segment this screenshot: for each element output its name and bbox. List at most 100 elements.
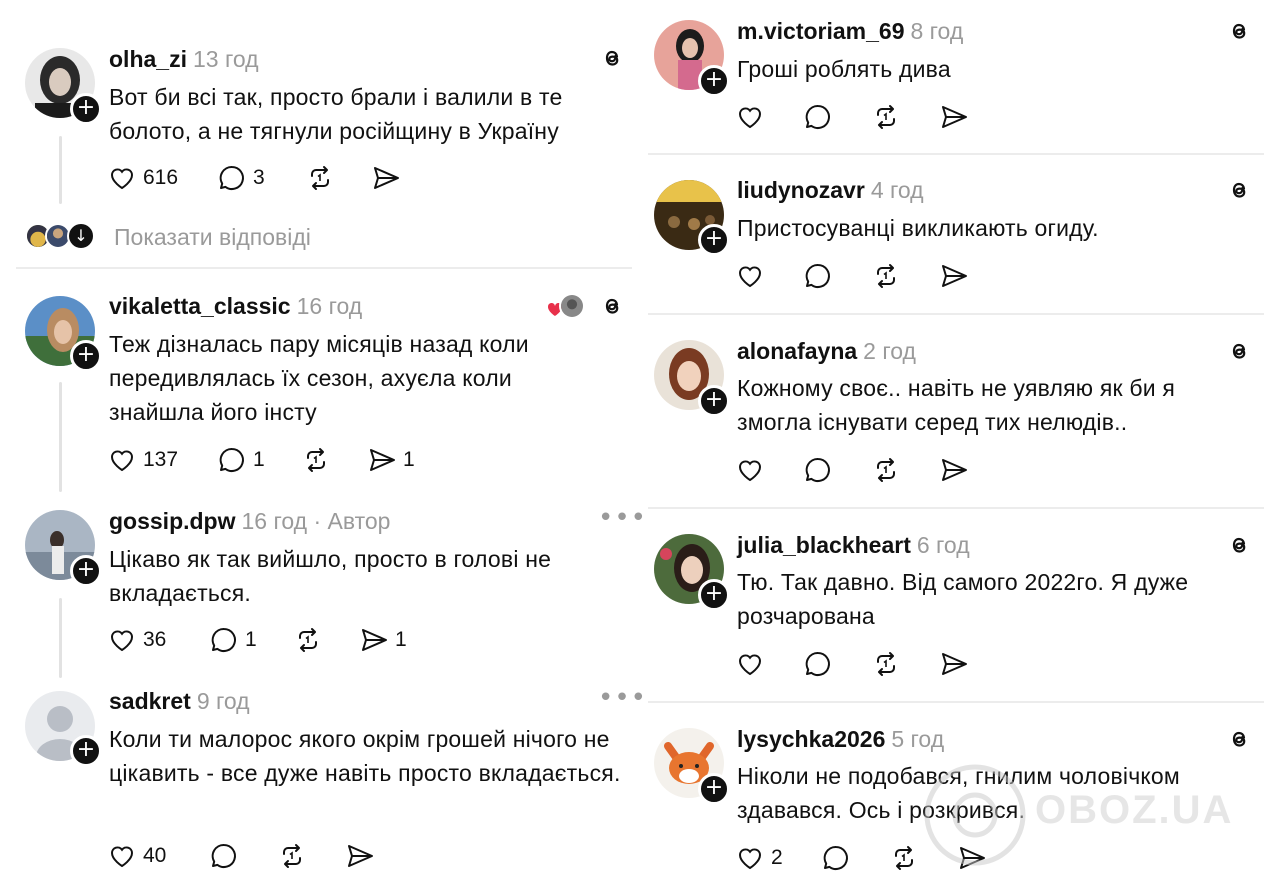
repost-button[interactable] xyxy=(871,99,939,135)
show-replies-link[interactable]: Показати відповіді xyxy=(114,224,311,251)
heart-icon xyxy=(738,848,762,870)
post-actions: 616 3 xyxy=(107,160,401,196)
username[interactable]: liudynozavr 4 год xyxy=(737,177,924,204)
follow-plus-icon[interactable]: + xyxy=(698,385,730,417)
username[interactable]: julia_blackheart 6 год xyxy=(737,532,970,559)
repost-icon xyxy=(877,264,895,288)
heart-icon xyxy=(110,168,134,190)
repost-button[interactable] xyxy=(305,160,371,196)
arrow-down-icon[interactable]: ↓ xyxy=(67,222,95,250)
post-text: Гроші роблять дива xyxy=(737,56,951,82)
post-time: 16 год xyxy=(296,293,363,319)
repost-icon xyxy=(311,166,329,190)
repost-button[interactable] xyxy=(871,258,939,294)
follow-plus-icon[interactable]: + xyxy=(698,579,730,611)
threads-icon[interactable] xyxy=(1226,532,1252,558)
like-button[interactable]: 616 xyxy=(107,160,217,196)
more-icon[interactable]: ••• xyxy=(598,685,647,711)
threads-icon[interactable] xyxy=(1226,726,1252,752)
like-button[interactable] xyxy=(735,258,803,294)
reply-button[interactable] xyxy=(803,646,871,682)
username[interactable]: alonafayna 2 год xyxy=(737,338,916,365)
repost-icon xyxy=(877,652,895,676)
repost-button[interactable] xyxy=(293,622,359,658)
username[interactable]: m.victoriam_69 8 год xyxy=(737,18,963,45)
like-button[interactable]: 2 xyxy=(735,840,821,876)
heart-icon xyxy=(738,654,762,676)
comment-icon xyxy=(805,263,830,288)
divider xyxy=(648,313,1264,315)
comment-icon xyxy=(211,843,236,868)
post-time: 13 год xyxy=(192,46,259,72)
reply-count: 1 xyxy=(245,628,257,651)
repost-button[interactable] xyxy=(871,452,939,488)
reply-button[interactable] xyxy=(209,838,277,874)
share-button[interactable]: 1 xyxy=(359,622,407,658)
repost-button[interactable] xyxy=(301,442,367,478)
share-button[interactable] xyxy=(371,160,401,196)
reply-button[interactable]: 1 xyxy=(217,442,301,478)
like-button[interactable] xyxy=(735,646,803,682)
reply-button[interactable] xyxy=(803,99,871,135)
threads-icon[interactable] xyxy=(599,45,625,71)
username[interactable]: vikaletta_classic 16 год xyxy=(109,293,362,320)
reply-button[interactable]: 1 xyxy=(209,622,293,658)
share-button[interactable] xyxy=(939,452,969,488)
share-button[interactable] xyxy=(345,838,375,874)
repost-icon xyxy=(877,458,895,482)
like-count: 616 xyxy=(143,166,179,189)
threads-icon[interactable] xyxy=(599,293,625,319)
threads-icon[interactable] xyxy=(1226,338,1252,364)
post-text: Тю. Так давно. Від самого 2022го. Я дуже… xyxy=(737,569,1189,629)
threads-icon[interactable] xyxy=(1226,177,1252,203)
share-button[interactable] xyxy=(939,258,969,294)
like-button[interactable] xyxy=(735,452,803,488)
author-label: · Автор xyxy=(313,508,391,534)
follow-plus-icon[interactable]: + xyxy=(698,224,730,256)
follow-plus-icon[interactable]: + xyxy=(70,93,102,125)
follow-plus-icon[interactable]: + xyxy=(70,340,102,372)
divider xyxy=(648,153,1264,155)
post-time: 6 год xyxy=(916,532,970,558)
divider xyxy=(16,267,632,269)
post-actions: 36 1 1 xyxy=(107,622,407,658)
post-actions: 40 xyxy=(107,838,375,874)
like-button[interactable] xyxy=(735,99,803,135)
like-button[interactable]: 137 xyxy=(107,442,217,478)
repost-button[interactable] xyxy=(277,838,345,874)
share-button[interactable]: 1 xyxy=(367,442,415,478)
username[interactable]: lysychka2026 5 год xyxy=(737,726,944,753)
repost-icon xyxy=(283,844,301,868)
follow-plus-icon[interactable]: + xyxy=(698,773,730,805)
follow-plus-icon[interactable]: + xyxy=(70,735,102,767)
divider xyxy=(648,507,1264,509)
post-text: Кожному своє.. навіть не уявляю як би я … xyxy=(737,375,1176,435)
threads-icon[interactable] xyxy=(1226,18,1252,44)
heart-icon xyxy=(738,266,762,288)
more-icon[interactable]: ••• xyxy=(598,505,647,531)
reply-button[interactable] xyxy=(821,840,889,876)
share-button[interactable] xyxy=(939,99,969,135)
share-icon xyxy=(942,653,967,675)
heart-icon xyxy=(110,846,134,868)
like-button[interactable]: 40 xyxy=(107,838,209,874)
follow-plus-icon[interactable]: + xyxy=(698,65,730,97)
reply-button[interactable]: 3 xyxy=(217,160,305,196)
like-button[interactable]: 36 xyxy=(107,622,209,658)
follow-plus-icon[interactable]: + xyxy=(70,555,102,587)
repost-button[interactable] xyxy=(871,646,939,682)
share-button[interactable] xyxy=(939,646,969,682)
share-icon xyxy=(942,459,967,481)
comment-icon xyxy=(219,447,244,472)
reply-button[interactable] xyxy=(803,452,871,488)
post-actions xyxy=(735,99,969,135)
username[interactable]: gossip.dpw 16 год · Автор xyxy=(109,508,390,535)
heart-icon xyxy=(738,460,762,482)
username[interactable]: sadkret 9 год xyxy=(109,688,250,715)
post-actions xyxy=(735,452,969,488)
watermark-text: OBOZ.UA xyxy=(1035,788,1234,832)
username[interactable]: olha_zi 13 год xyxy=(109,46,259,73)
share-count: 1 xyxy=(395,628,407,651)
post-time: 8 год xyxy=(910,18,964,44)
reply-button[interactable] xyxy=(803,258,871,294)
